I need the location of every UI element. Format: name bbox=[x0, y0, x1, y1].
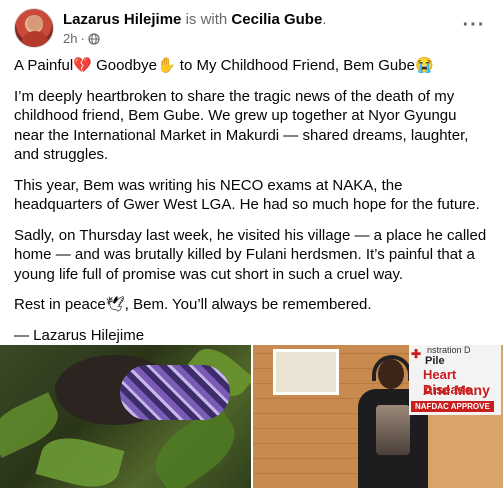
paragraph-2: This year, Bem was writing his NECO exam… bbox=[14, 176, 480, 214]
meta-dot: · bbox=[80, 31, 85, 46]
photo-leaf bbox=[35, 430, 125, 488]
more-options-button[interactable]: ··· bbox=[459, 10, 489, 40]
photo-2[interactable]: ✚ nstration D Pile Heart Disease And Man… bbox=[253, 345, 503, 488]
headline-part-3: to My Childhood Friend, Bem Gube bbox=[175, 57, 415, 74]
photo-sign: ✚ nstration D Pile Heart Disease And Man… bbox=[409, 345, 501, 415]
post-text: A Painful💔 Goodbye✋ to My Childhood Frie… bbox=[14, 56, 489, 356]
post-meta: 2h · bbox=[63, 31, 100, 47]
photo-headphones bbox=[372, 355, 412, 381]
post-headline: A Painful💔 Goodbye✋ to My Childhood Frie… bbox=[14, 56, 489, 76]
photo-cloth bbox=[120, 365, 230, 420]
sign-line-4: And Many bbox=[423, 382, 490, 398]
sign-line-5: NAFDAC APPROVE bbox=[411, 401, 494, 412]
crying-face-icon: 😭 bbox=[414, 57, 434, 74]
signature: — Lazarus Hilejime bbox=[14, 326, 145, 344]
with-text: is with bbox=[185, 11, 228, 28]
photo-1[interactable] bbox=[0, 345, 251, 488]
facebook-post: Lazarus Hilejime is with Cecilia Gube. 2… bbox=[0, 0, 503, 488]
author-name[interactable]: Lazarus Hilejime bbox=[63, 11, 181, 28]
headline-part-1: A Painful bbox=[14, 57, 74, 74]
author-avatar[interactable] bbox=[14, 8, 54, 48]
dove-icon: 🕊 bbox=[105, 296, 125, 313]
red-cross-icon: ✚ bbox=[411, 347, 422, 361]
sign-line-1: nstration D bbox=[427, 345, 471, 355]
avatar-figure-face bbox=[27, 15, 43, 31]
tagged-suffix: . bbox=[322, 11, 327, 28]
photo-shirt-print bbox=[376, 405, 410, 455]
broken-heart-icon: 💔 bbox=[73, 57, 92, 74]
sign-line-2: Pile bbox=[425, 355, 445, 367]
post-header: Lazarus Hilejime is with Cecilia Gube. 2… bbox=[14, 8, 489, 48]
rip-prefix: Rest in peace bbox=[14, 296, 106, 313]
paragraph-4: Rest in peace🕊, Bem. You’ll always be re… bbox=[14, 295, 489, 315]
paragraph-1: I’m deeply heartbroken to share the trag… bbox=[14, 87, 469, 164]
photo-grid: ✚ nstration D Pile Heart Disease And Man… bbox=[0, 345, 503, 488]
globe-icon bbox=[88, 33, 100, 45]
post-time[interactable]: 2h bbox=[63, 31, 77, 47]
avatar-figure-body bbox=[21, 31, 49, 47]
tagged-name[interactable]: Cecilia Gube bbox=[231, 11, 322, 28]
headline-part-2: Goodbye bbox=[91, 57, 157, 74]
photo-window bbox=[273, 349, 339, 395]
rip-suffix: , Bem. You’ll always be remembered. bbox=[124, 296, 372, 313]
paragraph-3: Sadly, on Thursday last week, he visited… bbox=[14, 226, 487, 283]
author-line: Lazarus Hilejime is with Cecilia Gube. bbox=[63, 10, 326, 29]
raised-hand-icon: ✋ bbox=[156, 57, 176, 74]
